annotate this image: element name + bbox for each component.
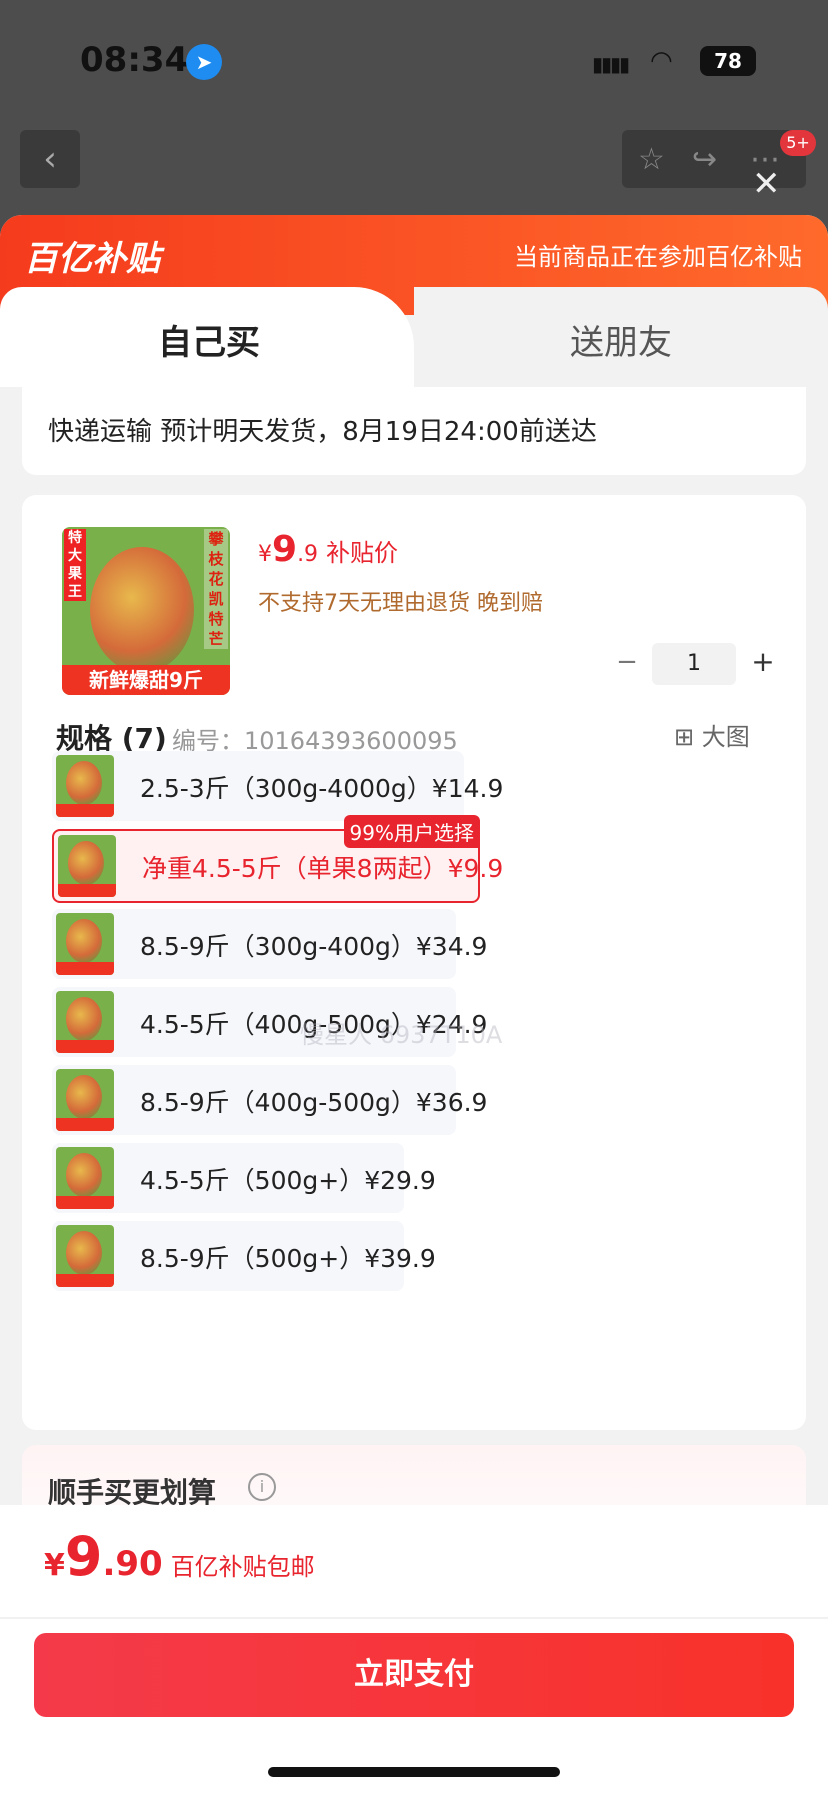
close-icon[interactable]: ✕ [752,164,781,204]
price-integer: 9 [272,529,298,570]
option-thumbnail [56,1225,114,1287]
big-picture-button[interactable]: ⊞ 大图 [674,717,750,752]
total-label: 百亿补贴包邮 [170,1553,315,1581]
battery-indicator: 78 [700,46,756,76]
option-thumbnail [56,991,114,1053]
location-arrow-icon: ➤ [186,44,222,80]
checkout-bar: ¥9.90 百亿补贴包邮 立即支付 [0,1505,828,1796]
home-indicator [268,1767,560,1777]
option-label: 4.5-5斤（500g+）¥29.9 [140,1166,436,1195]
quantity-minus-button[interactable]: − [612,647,642,677]
purchase-sheet: 百亿补贴 当前商品正在参加百亿补贴 自己买 送朋友 快递运输 预计明天发货，8月… [0,215,828,1796]
option-thumbnail [56,913,114,975]
image-label-bottom: 新鲜爆甜9斤 [62,665,230,695]
tab-label: 送朋友 [570,323,672,363]
wifi-icon: ◠ [650,46,673,76]
price-label: 补贴价 [326,539,399,567]
spec-option[interactable]: 8.5-9斤（400g-500g）¥36.9 [52,1065,487,1135]
subsidy-note: 当前商品正在参加百亿补贴 [514,243,802,271]
image-label-right: 攀枝花凯特芒 [204,529,228,649]
option-label: 净重4.5-5斤（单果8两起）¥9.9 [142,854,504,883]
quantity-plus-button[interactable]: + [748,645,778,678]
tab-buy-self[interactable]: 自己买 [0,287,414,387]
return-policy: 不支持7天无理由退货 晚到赔 [258,591,543,616]
shipping-info: 快递运输 预计明天发货，8月19日24:00前送达 [22,387,806,475]
image-label-left: 特大果王 [64,529,86,601]
popular-badge: 99%用户选择 [343,815,480,848]
shipping-text: 快递运输 预计明天发货，8月19日24:00前送达 [48,417,597,447]
product-price: ¥9.9 补贴价 [258,529,398,570]
big-picture-label: 大图 [701,723,750,751]
mango-image [90,547,194,673]
share-icon[interactable]: ↪ [692,142,717,177]
spec-option[interactable]: 2.5-3斤（300g-4000g）¥14.9 [52,751,503,821]
quantity-stepper: − 1 + [612,643,782,685]
total-integer: 9 [64,1525,103,1588]
option-label: 2.5-3斤（300g-4000g）¥14.9 [140,774,504,803]
total-price: ¥9.90 百亿补贴包邮 [44,1525,315,1588]
option-label: 8.5-9斤（500g+）¥39.9 [140,1244,436,1273]
pay-now-button[interactable]: 立即支付 [34,1633,794,1717]
notification-badge: 5+ [780,130,816,156]
option-thumbnail [58,835,116,897]
total-decimal: .90 [102,1544,163,1584]
quantity-input[interactable]: 1 [652,643,736,685]
spec-option[interactable]: 4.5-5斤（500g+）¥29.9 [52,1143,436,1213]
option-label: 8.5-9斤（300g-400g）¥34.9 [140,932,488,961]
grid-icon: ⊞ [674,723,702,751]
product-image[interactable]: 特大果王 攀枝花凯特芒 新鲜爆甜9斤 [62,527,230,695]
info-icon[interactable]: i [248,1473,276,1501]
product-card: 特大果王 攀枝花凯特芒 新鲜爆甜9斤 ¥9.9 补贴价 不支持7天无理由退货 晚到… [22,495,806,1430]
tab-label: 自己买 [158,323,260,363]
tab-bar: 自己买 送朋友 [0,287,828,387]
cellular-signal-icon: ▮▮▮▮ [592,52,630,76]
spec-option[interactable]: 8.5-9斤（500g+）¥39.9 [52,1221,436,1291]
status-bar: 08:34 ➤ ▮▮▮▮ ◠ 78 [0,0,828,120]
total-currency: ¥ [44,1548,65,1583]
price-currency: ¥ [258,542,272,567]
status-time: 08:34 [80,40,189,80]
chevron-left-icon: ‹ [43,139,57,179]
tab-gift-friend[interactable]: 送朋友 [414,287,828,387]
option-label: 8.5-9斤（400g-500g）¥36.9 [140,1088,488,1117]
star-icon[interactable]: ☆ [638,142,665,177]
spec-option[interactable]: 8.5-9斤（300g-400g）¥34.9 [52,909,487,979]
watermark-text: 慢星人 6937T10A [300,1021,503,1049]
spec-option-selected[interactable]: 净重4.5-5斤（单果8两起）¥9.9 99%用户选择 [52,815,503,903]
back-button[interactable]: ‹ [20,130,80,188]
subsidy-logo: 百亿补贴 [24,239,160,279]
divider [0,1617,828,1619]
price-decimal: .9 [297,542,319,567]
option-thumbnail [56,1069,114,1131]
option-thumbnail [56,1147,114,1209]
option-thumbnail [56,755,114,817]
